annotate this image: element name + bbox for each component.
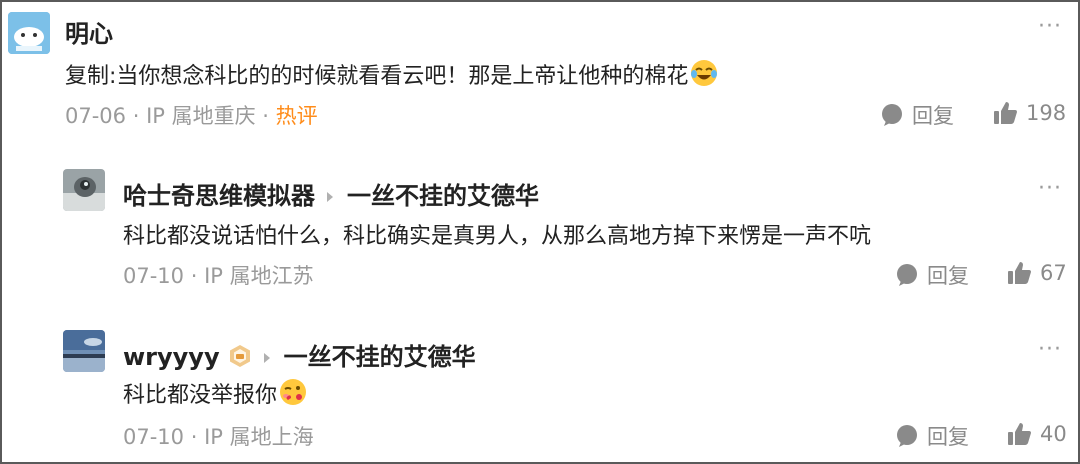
reply-button[interactable]: 回复 <box>880 100 954 130</box>
comment-text-content: 科比都没举报你 <box>123 383 278 408</box>
comment-text: 科比都没说话怕什么，科比确实是真男人，从那么高地方掉下来愣是一声不吭 <box>123 224 872 249</box>
like-count: 67 <box>1040 261 1067 285</box>
comment-date: 07-10 <box>123 425 185 449</box>
reply-label: 回复 <box>927 425 969 449</box>
ip-location: IP 属地江苏 <box>204 264 314 288</box>
comment-date: 07-06 <box>65 104 127 128</box>
more-options-button[interactable]: ··· <box>1038 337 1062 362</box>
comment-thread: 明心 ··· 复制:当你想念科比的的时候就看看云吧！那是上帝让他种的棉花 07-… <box>0 0 1080 464</box>
more-options-button[interactable]: ··· <box>1038 176 1062 201</box>
thumbs-up-icon <box>1008 262 1031 284</box>
avatar[interactable] <box>63 169 105 211</box>
reply-button[interactable]: 回复 <box>895 260 969 290</box>
reply-arrow-icon <box>263 353 270 363</box>
user-level-badge-icon <box>228 344 252 374</box>
thumbs-up-icon <box>994 102 1017 124</box>
reply-bubble-icon <box>882 104 902 126</box>
comment-author[interactable]: 明心 <box>65 14 113 49</box>
like-button[interactable]: 198 <box>992 100 1066 126</box>
avatar-image <box>8 12 50 54</box>
avatar[interactable] <box>8 12 50 54</box>
comment-text: 科比都没举报你 <box>123 377 307 412</box>
avatar-image <box>63 169 105 211</box>
reply-button[interactable]: 回复 <box>895 421 969 451</box>
reply-bubble-icon <box>897 264 917 286</box>
avatar[interactable] <box>63 330 105 372</box>
like-count: 40 <box>1040 422 1067 446</box>
comment-author[interactable]: wryyyy <box>123 343 220 371</box>
comment-meta: 07-06 · IP 属地重庆 · 热评 <box>65 100 318 130</box>
hot-comment-tag: 热评 <box>275 104 318 128</box>
comment-meta: 07-10 · IP 属地江苏 <box>123 260 314 290</box>
reply-arrow-icon <box>327 192 333 202</box>
comment-author[interactable]: 哈士奇思维模拟器 <box>123 182 315 210</box>
reply-header: wryyyy 一丝不挂的艾德华 <box>123 337 476 374</box>
meta-separator: · <box>184 425 205 449</box>
wink-kiss-emoji-icon <box>279 378 307 412</box>
comment-meta: 07-10 · IP 属地上海 <box>123 421 314 451</box>
comment-text: 复制:当你想念科比的的时候就看看云吧！那是上帝让他种的棉花 <box>65 58 718 93</box>
reply-label: 回复 <box>927 264 969 288</box>
ip-location: IP 属地重庆 <box>146 104 256 128</box>
like-button[interactable]: 67 <box>1006 260 1067 286</box>
comment-text-content: 复制:当你想念科比的的时候就看看云吧！那是上帝让他种的棉花 <box>65 64 689 89</box>
laughing-crying-emoji-icon <box>690 59 718 93</box>
reply-to-user[interactable]: 一丝不挂的艾德华 <box>284 343 476 371</box>
ip-location: IP 属地上海 <box>204 425 314 449</box>
reply-header: 哈士奇思维模拟器 一丝不挂的艾德华 <box>123 176 539 211</box>
comment-date: 07-10 <box>123 264 185 288</box>
avatar-image <box>63 330 105 372</box>
thumbs-up-icon <box>1008 423 1031 445</box>
like-count: 198 <box>1026 101 1067 125</box>
like-button[interactable]: 40 <box>1006 421 1067 447</box>
reply-to-user[interactable]: 一丝不挂的艾德华 <box>347 182 539 210</box>
reply-bubble-icon <box>897 425 917 447</box>
meta-separator: · <box>126 104 147 128</box>
more-options-button[interactable]: ··· <box>1038 14 1062 39</box>
meta-separator: · <box>255 104 276 128</box>
meta-separator: · <box>184 264 205 288</box>
reply-label: 回复 <box>912 104 954 128</box>
